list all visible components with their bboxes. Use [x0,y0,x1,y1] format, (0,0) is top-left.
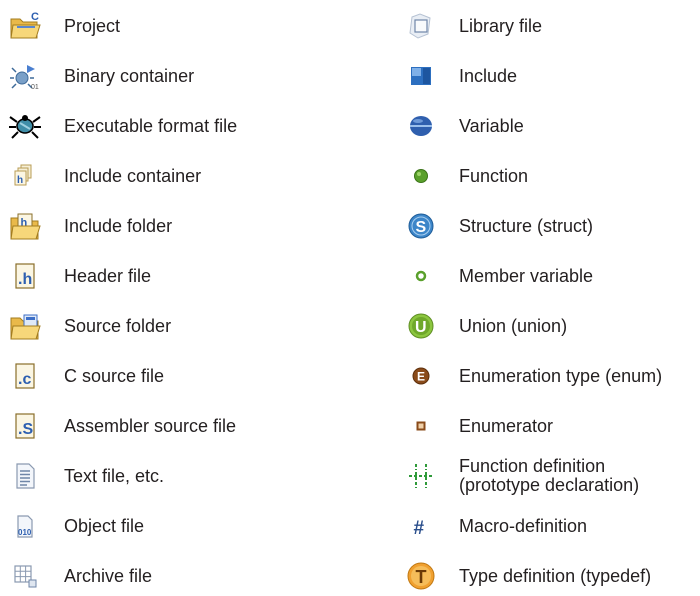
legend-label: Include [459,66,518,86]
svg-text:U: U [415,319,427,336]
function-icon [404,159,438,193]
legend-label: Variable [459,116,524,136]
c-source-file-icon: .c [8,359,42,393]
include-icon [404,59,438,93]
header-file-icon: .h [8,259,42,293]
enumerator-icon [404,409,438,443]
legend-label: Archive file [64,566,153,586]
legend-label: Enumeration type (enum) [459,366,663,386]
legend-label: Function definition (prototype declarati… [459,457,639,495]
legend-label: Header file [64,266,152,286]
legend-label: C source file [64,366,165,386]
union-icon: U [404,309,438,343]
svg-text:T: T [416,567,427,587]
include-container-icon: h [8,159,42,193]
legend-label: Include folder [64,216,173,236]
icon-legend: C Project 01 Binary container Executable… [0,0,700,593]
svg-text:C: C [31,11,39,23]
project-icon: C [8,9,42,43]
legend-label: Object file [64,516,145,536]
enumeration-type-icon: E [404,359,438,393]
text-file-icon [8,459,42,493]
assembler-source-file-icon: .S [8,409,42,443]
legend-label: Project [64,16,121,36]
svg-text:h: h [17,175,23,186]
legend-label: Binary container [64,66,195,86]
svg-text:E: E [417,370,425,384]
legend-label: Source folder [64,316,172,336]
type-definition-icon: T [404,559,438,593]
svg-text:#: # [414,518,425,539]
svg-text:010: 010 [18,528,32,537]
legend-label: Executable format file [64,116,238,136]
legend-label: Text file, etc. [64,466,165,486]
legend-label: Assembler source file [64,416,237,436]
legend-label: Enumerator [459,416,554,436]
legend-label: Macro-definition [459,516,588,536]
binary-container-icon: 01 [8,59,42,93]
svg-text:.S: .S [18,421,33,438]
structure-icon: S [404,209,438,243]
variable-icon [404,109,438,143]
legend-label: Member variable [459,266,594,286]
member-variable-icon [404,259,438,293]
svg-text:01: 01 [31,84,39,91]
legend-label: Structure (struct) [459,216,594,236]
object-file-icon: 010 [8,509,42,543]
include-folder-icon: h [8,209,42,243]
svg-text:.c: .c [18,371,31,388]
legend-label: Library file [459,16,543,36]
legend-label: Type definition (typedef) [459,566,652,586]
function-definition-icon [404,459,438,493]
source-folder-icon [8,309,42,343]
svg-text:S: S [416,219,427,236]
svg-text:.h: .h [18,271,32,288]
library-file-icon [404,9,438,43]
legend-label: Function [459,166,529,186]
legend-label-line-2: (prototype declaration) [459,475,640,495]
archive-file-icon [8,559,42,593]
macro-definition-icon: # [404,509,438,543]
legend-label-line-1: Function definition [459,456,606,476]
executable-file-icon [8,109,42,143]
legend-label: Union (union) [459,316,568,336]
legend-label: Include container [64,166,202,186]
